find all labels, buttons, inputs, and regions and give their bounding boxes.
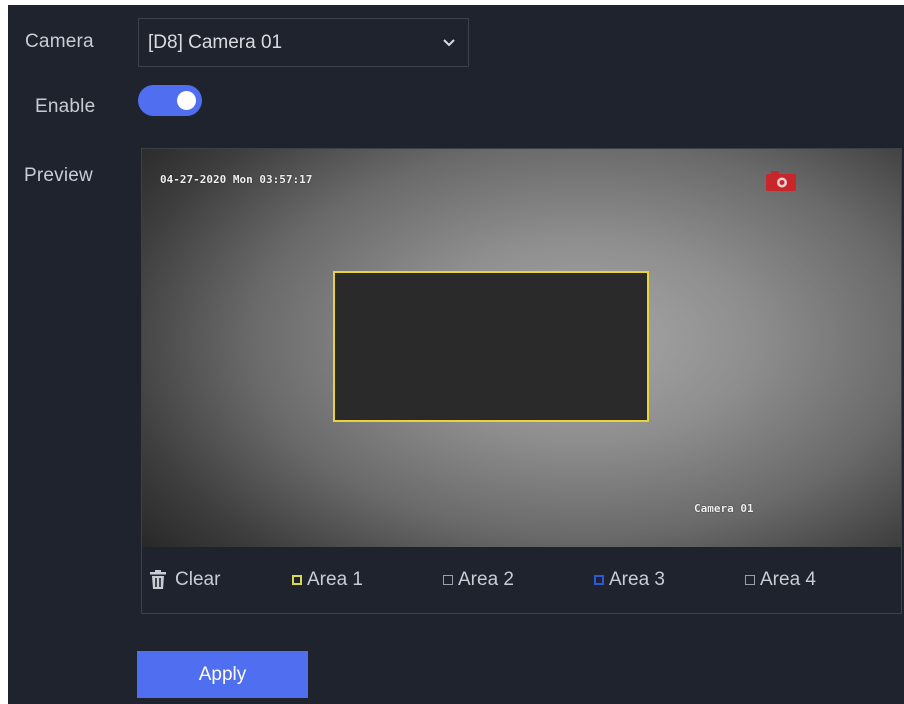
chevron-down-icon[interactable] xyxy=(434,33,464,53)
area-1-button[interactable]: Area 1 xyxy=(292,547,363,613)
enable-label: Enable xyxy=(35,96,96,117)
area-1-label: Area 1 xyxy=(307,569,363,590)
privacy-mask-area[interactable] xyxy=(333,271,649,422)
area-3-button[interactable]: Area 3 xyxy=(594,547,665,613)
area-4-color-swatch xyxy=(745,575,755,585)
area-3-label: Area 3 xyxy=(609,569,665,590)
mask-toolbar: Clear Area 1 Area 2 Area 3 Area 4 xyxy=(142,547,901,613)
camera-select[interactable]: [D8] Camera 01 xyxy=(138,18,469,67)
area-3-color-swatch xyxy=(594,575,604,585)
recording-icon xyxy=(766,171,796,191)
toggle-knob xyxy=(177,91,196,110)
camera-preview-video[interactable]: 04-27-2020 Mon 03:57:17 Camera 01 xyxy=(142,149,901,547)
privacy-mask-panel: Camera [D8] Camera 01 Enable Preview 04-… xyxy=(8,5,904,704)
trash-icon xyxy=(150,570,166,589)
area-4-button[interactable]: Area 4 xyxy=(745,547,816,613)
area-2-button[interactable]: Area 2 xyxy=(443,547,514,613)
area-2-color-swatch xyxy=(443,575,453,585)
osd-camera-name: Camera 01 xyxy=(694,502,754,515)
apply-button[interactable]: Apply xyxy=(137,651,308,698)
preview-container: 04-27-2020 Mon 03:57:17 Camera 01 Clear … xyxy=(141,148,902,614)
preview-label: Preview xyxy=(24,165,93,186)
camera-label: Camera xyxy=(25,31,94,52)
area-2-label: Area 2 xyxy=(458,569,514,590)
enable-toggle[interactable] xyxy=(138,85,202,116)
area-4-label: Area 4 xyxy=(760,569,816,590)
clear-button[interactable]: Clear xyxy=(149,547,220,613)
osd-timestamp: 04-27-2020 Mon 03:57:17 xyxy=(160,173,313,186)
area-1-color-swatch xyxy=(292,575,302,585)
clear-label: Clear xyxy=(175,569,221,590)
camera-select-value: [D8] Camera 01 xyxy=(148,31,283,53)
